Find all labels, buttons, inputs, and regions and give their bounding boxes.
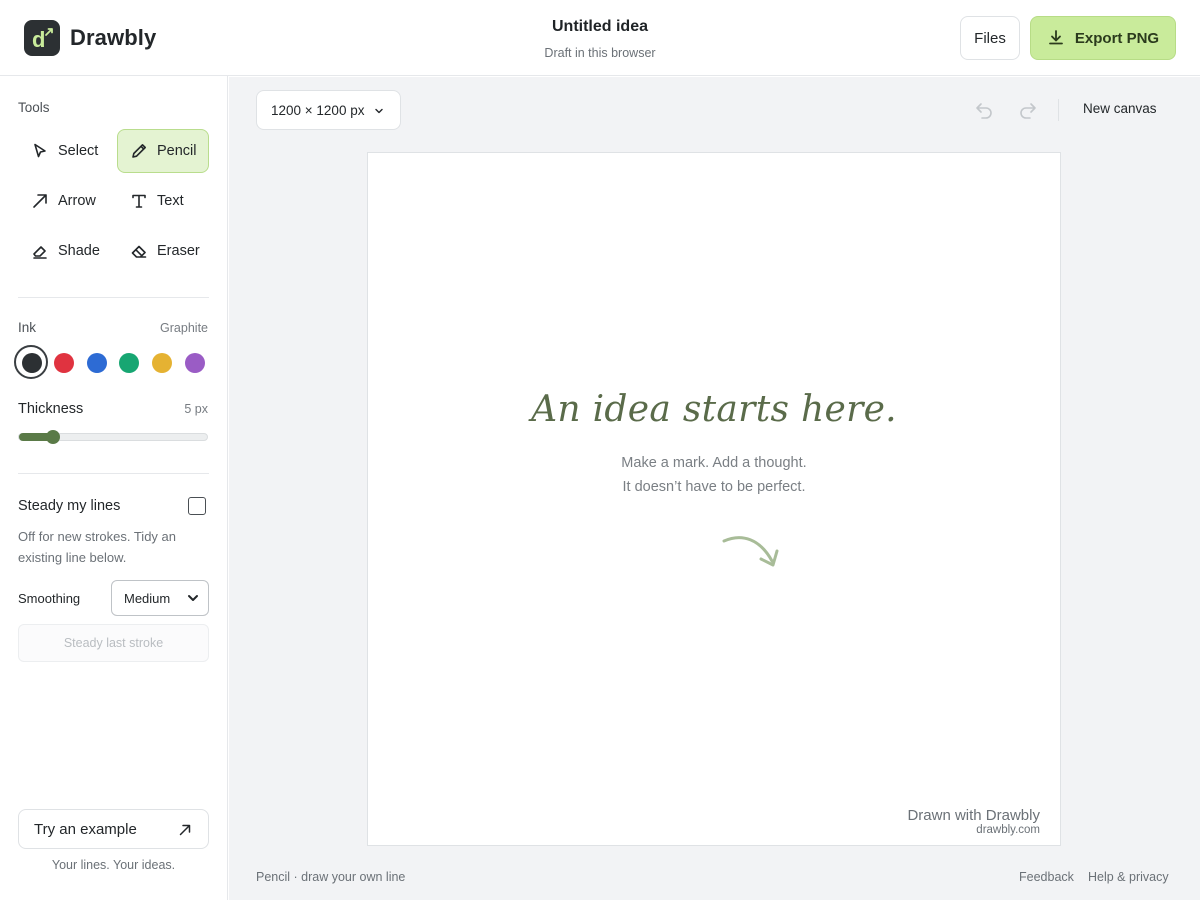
sidebar-divider	[18, 473, 209, 474]
tool-label: Text	[157, 193, 184, 209]
undo-icon[interactable]	[973, 99, 995, 121]
ink-heading: Ink	[18, 320, 37, 335]
canvas-size-select[interactable]: 1200 × 1200 px	[256, 90, 401, 130]
tool-label: Pencil	[157, 143, 197, 159]
help-privacy-link[interactable]: Help & privacy	[1088, 870, 1169, 884]
shade-icon	[33, 246, 47, 259]
download-icon	[1049, 30, 1063, 45]
top-bar: d Drawbly Untitled idea Draft in this br…	[0, 0, 1200, 76]
steady-lines-label: Steady my lines	[18, 498, 121, 514]
document-status: Draft in this browser	[544, 46, 656, 60]
thickness-slider-thumb[interactable]	[45, 430, 60, 444]
canvas-headline: An idea starts here.	[531, 389, 897, 430]
thickness-label: Thickness	[18, 401, 84, 417]
thickness-value: 5 px	[184, 402, 208, 416]
new-canvas-button[interactable]: New canvas	[1083, 101, 1157, 116]
steady-last-stroke-button[interactable]: Steady last stroke	[18, 624, 209, 662]
ink-swatch-purple[interactable]	[185, 353, 205, 373]
external-arrow-icon	[179, 824, 191, 836]
brand-name: Drawbly	[70, 25, 157, 50]
watermark-url: drawbly.com	[976, 824, 1040, 836]
eraser-icon	[131, 245, 147, 258]
tool-label: Shade	[58, 243, 100, 259]
smoothing-value: Medium	[124, 590, 171, 606]
tool-eraser[interactable]: Eraser	[117, 229, 209, 273]
chevron-down-icon	[188, 595, 198, 601]
tool-sidebar: Tools Select Pencil Arrow Text Shade Era…	[0, 76, 228, 900]
export-label: Export PNG	[1074, 29, 1160, 47]
steady-lines-help: Off for new strokes. Tidy an existing li…	[18, 529, 176, 565]
export-png-button[interactable]: Export PNG	[1030, 16, 1176, 60]
tool-label: Eraser	[157, 243, 200, 259]
document-title[interactable]: Untitled idea	[450, 18, 750, 36]
sidebar-divider	[18, 297, 209, 298]
curved-arrow-doodle-icon	[722, 536, 779, 567]
drawing-canvas[interactable]: An idea starts here. Make a mark. Add a …	[367, 152, 1061, 846]
chevron-down-icon	[375, 108, 383, 114]
ink-swatch-graphite[interactable]	[22, 353, 42, 373]
drawbly-logo-icon: d	[24, 20, 60, 56]
status-text: Pencil · draw your own line	[256, 870, 406, 884]
tool-label: Select	[58, 143, 99, 159]
canvas-subline: It doesn’t have to be perfect.	[622, 479, 806, 495]
smoothing-select[interactable]: Medium	[111, 580, 209, 616]
try-example-label: Try an example	[34, 820, 137, 838]
arrow-icon	[33, 194, 47, 208]
pencil-icon	[132, 144, 146, 158]
text-icon	[132, 194, 146, 208]
tool-select[interactable]: Select	[18, 129, 110, 173]
brand[interactable]: d Drawbly	[24, 20, 156, 56]
steady-lines-checkbox[interactable]	[188, 497, 206, 515]
ink-swatch-green[interactable]	[119, 353, 139, 373]
ink-name: Graphite	[160, 321, 208, 335]
toolbar-divider	[1058, 99, 1059, 121]
tool-text[interactable]: Text	[117, 179, 209, 223]
tool-label: Arrow	[58, 193, 96, 209]
tagline: Your lines. Your ideas.	[51, 858, 176, 872]
feedback-link[interactable]: Feedback	[1019, 870, 1074, 884]
tool-pencil[interactable]: Pencil	[117, 129, 209, 173]
workspace: 1200 × 1200 px New canvas An idea starts…	[229, 77, 1200, 900]
redo-icon[interactable]	[1017, 99, 1039, 121]
svg-text:d: d	[32, 27, 45, 52]
tool-arrow[interactable]: Arrow	[18, 179, 110, 223]
ink-swatch-yellow[interactable]	[152, 353, 172, 373]
files-button[interactable]: Files	[960, 16, 1020, 60]
canvas-size-value: 1200 × 1200 px	[271, 102, 365, 118]
ink-swatch-blue[interactable]	[87, 353, 107, 373]
tools-heading: Tools	[18, 100, 50, 115]
thickness-slider[interactable]	[18, 430, 208, 444]
ink-swatch-red[interactable]	[54, 353, 74, 373]
try-example-button[interactable]: Try an example	[18, 809, 209, 849]
canvas-subline: Make a mark. Add a thought.	[621, 455, 807, 471]
watermark-title: Drawn with Drawbly	[907, 807, 1040, 824]
tool-shade[interactable]: Shade	[18, 229, 110, 273]
cursor-icon	[34, 143, 46, 158]
smoothing-label: Smoothing	[18, 591, 81, 606]
